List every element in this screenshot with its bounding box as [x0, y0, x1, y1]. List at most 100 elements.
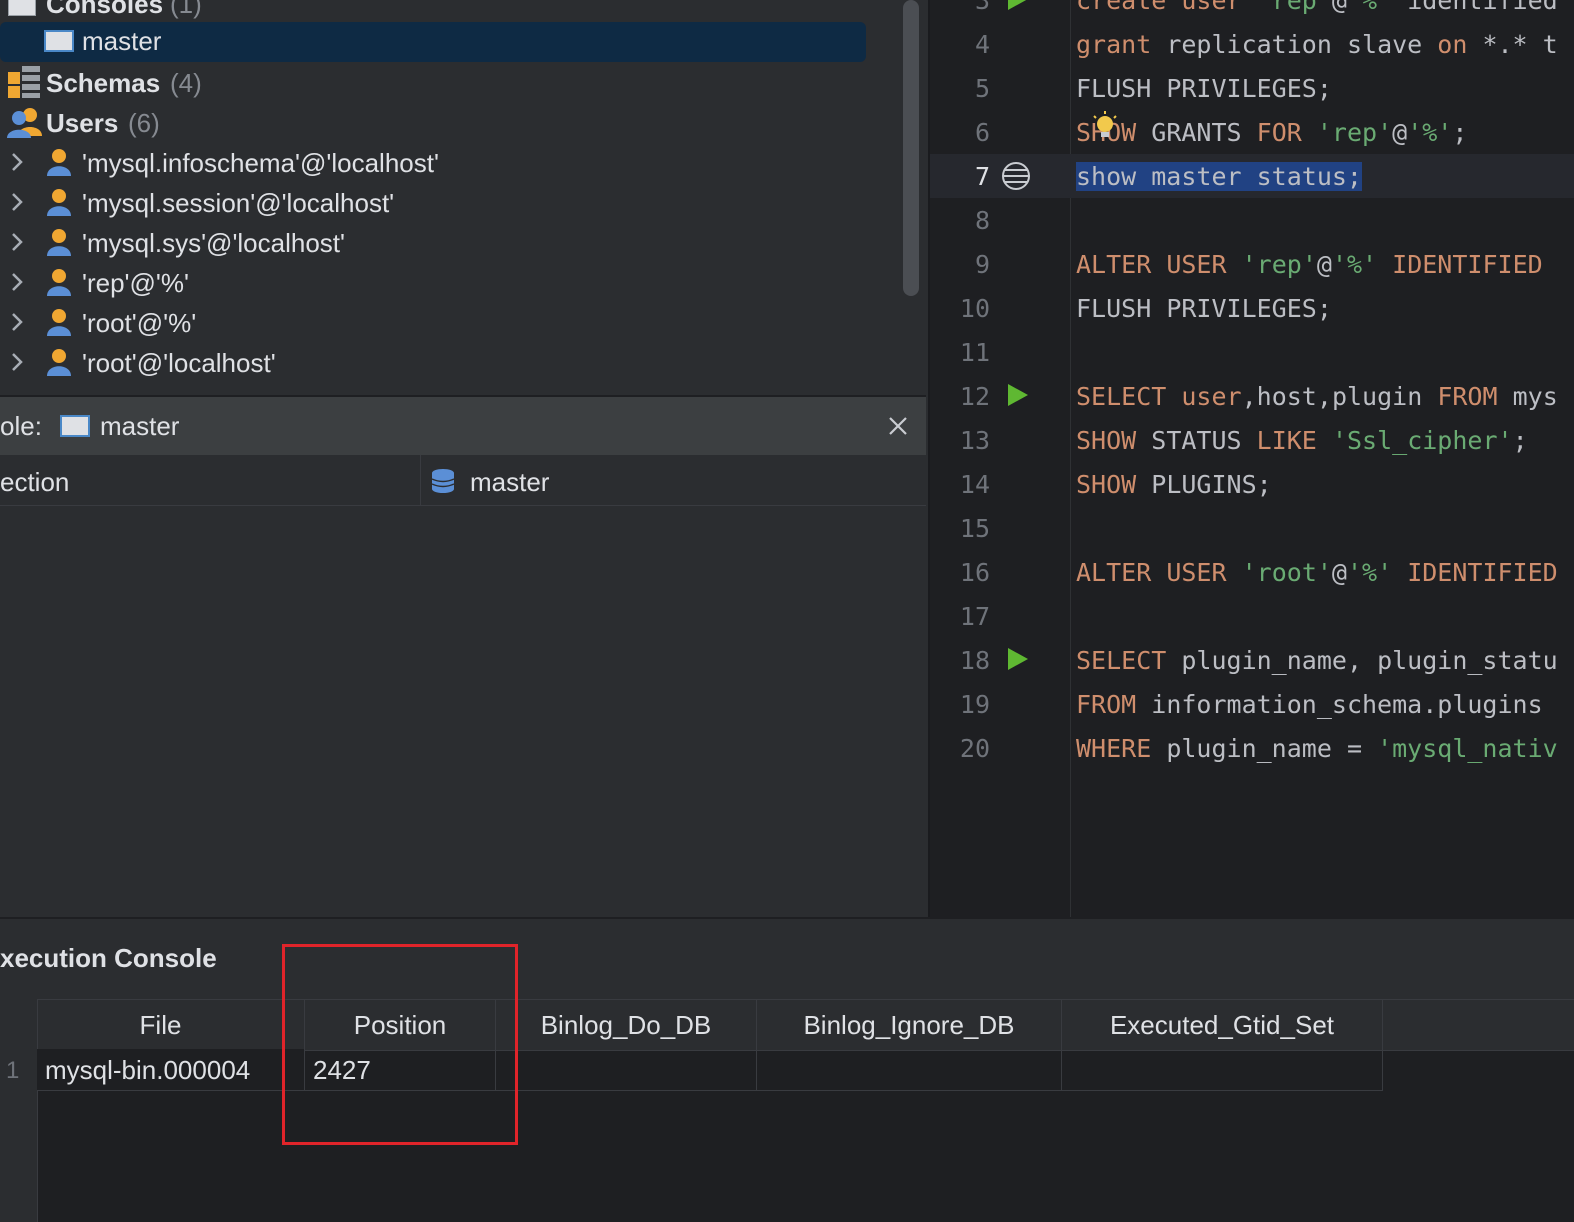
string-literal: '%': [1346, 0, 1393, 15]
chevron-right-icon[interactable]: [8, 149, 26, 175]
code-text: SELECT user,host,plugin FROM mys: [1076, 382, 1558, 411]
chevron-right-icon[interactable]: [8, 309, 26, 335]
code-token: ,: [1241, 382, 1257, 411]
tree-item-user[interactable]: 'rep'@'%': [0, 262, 870, 302]
chevron-right-icon[interactable]: [8, 229, 26, 255]
tree-item-user[interactable]: 'mysql.session'@'localhost': [0, 182, 870, 222]
sql-keyword: FOR: [1256, 118, 1302, 147]
tree-item-console-master[interactable]: master: [0, 22, 866, 62]
code-token: PLUGINS: [1151, 470, 1257, 499]
run-statement-icon[interactable]: [1008, 0, 1028, 10]
code-line[interactable]: 20 WHERE plugin_name = 'mysql_nativ: [930, 726, 1574, 770]
tree-item-user[interactable]: 'mysql.infoschema'@'localhost': [0, 142, 870, 182]
properties-row-connection[interactable]: ection master: [0, 455, 926, 506]
sql-keyword: FROM: [1437, 382, 1498, 411]
code-line[interactable]: 19 FROM information_schema.plugins: [930, 682, 1574, 726]
column-header-file[interactable]: File: [37, 1000, 285, 1050]
code-line-current[interactable]: 7 show master status;: [930, 154, 1574, 198]
code-line[interactable]: 6 SHOW GRANTS FOR 'rep'@'%';: [930, 110, 1574, 154]
chevron-right-icon[interactable]: [8, 189, 26, 215]
user-icon: [47, 269, 71, 296]
tree-node-consoles[interactable]: Consoles (1): [0, 0, 870, 24]
code-line[interactable]: 3 create user 'rep'@'%' identified: [930, 0, 1574, 22]
tree-item-user[interactable]: 'root'@'localhost': [0, 342, 870, 382]
code-line[interactable]: 18 SELECT plugin_name, plugin_statu: [930, 638, 1574, 682]
result-grid[interactable]: File Position Binlog_Do_DB Binlog_Ignore…: [0, 999, 1574, 1222]
sql-keyword: on: [1437, 30, 1468, 59]
code-line[interactable]: 10 FLUSH PRIVILEGES;: [930, 286, 1574, 330]
tree-node-schemas[interactable]: Schemas (4): [0, 62, 870, 102]
code-token: host: [1256, 382, 1317, 411]
cell-file[interactable]: mysql-bin.000004: [37, 1049, 305, 1091]
tree-item-user[interactable]: 'root'@'%': [0, 302, 870, 342]
code-line[interactable]: 14 SHOW PLUGINS;: [930, 462, 1574, 506]
code-token: *.*: [1467, 30, 1543, 59]
sql-keyword: IDENTIFIED: [1392, 250, 1543, 279]
code-line[interactable]: 5 FLUSH PRIVILEGES;: [930, 66, 1574, 110]
lightbulb-icon[interactable]: [1090, 110, 1120, 140]
code-token: identified: [1407, 0, 1558, 15]
code-token: FLUSH: [1076, 294, 1152, 323]
code-token: @: [1331, 0, 1347, 15]
cell-binlog-do-db[interactable]: [496, 1049, 757, 1091]
line-number: 8: [974, 206, 990, 235]
tree-item-user[interactable]: 'mysql.sys'@'localhost': [0, 222, 870, 262]
chevron-right-icon[interactable]: [8, 269, 26, 295]
cell-executed-gtid-set[interactable]: [1062, 1049, 1383, 1091]
string-literal: 'rep': [1316, 118, 1393, 147]
code-token: ;: [1256, 470, 1272, 499]
code-token: ;: [1452, 118, 1468, 147]
consoles-count: (1): [170, 0, 202, 19]
tree-scrollbar[interactable]: [903, 0, 919, 296]
code-line[interactable]: 8: [930, 198, 1574, 242]
schemas-label: Schemas: [46, 68, 161, 98]
string-literal: 'rep': [1256, 0, 1332, 15]
code-line[interactable]: 9 ALTER USER 'rep'@'%' IDENTIFIED: [930, 242, 1574, 286]
code-text: FLUSH PRIVILEGES;: [1076, 74, 1332, 103]
user-label: 'mysql.sys'@'localhost': [82, 228, 345, 258]
column-header-executed-gtid-set[interactable]: Executed_Gtid_Set: [1062, 1000, 1383, 1050]
string-literal: 'root': [1241, 558, 1332, 587]
properties-title-value: master: [100, 411, 180, 441]
execution-plan-icon[interactable]: [1000, 160, 1032, 192]
code-line[interactable]: 16 ALTER USER 'root'@'%' IDENTIFIED: [930, 550, 1574, 594]
column-header-binlog-ignore-db[interactable]: Binlog_Ignore_DB: [757, 1000, 1062, 1050]
users-count: (6): [128, 108, 160, 138]
column-header-binlog-do-db[interactable]: Binlog_Do_DB: [496, 1000, 757, 1050]
code-line[interactable]: 13 SHOW STATUS LIKE 'Ssl_cipher';: [930, 418, 1574, 462]
code-line[interactable]: 17: [930, 594, 1574, 638]
property-value[interactable]: master: [470, 467, 549, 498]
run-statement-icon[interactable]: [1008, 648, 1028, 670]
code-line[interactable]: 11: [930, 330, 1574, 374]
code-token: ,: [1316, 382, 1332, 411]
result-grid-header: File Position Binlog_Do_DB Binlog_Ignore…: [0, 999, 1574, 1051]
cell-binlog-ignore-db[interactable]: [757, 1049, 1062, 1091]
code-line[interactable]: 4 grant replication slave on *.* t: [930, 22, 1574, 66]
chevron-right-icon[interactable]: [8, 349, 26, 375]
close-icon[interactable]: [886, 414, 910, 438]
tree-node-users[interactable]: Users (6): [0, 102, 870, 142]
run-statement-icon[interactable]: [1008, 384, 1028, 406]
code-line[interactable]: 15: [930, 506, 1574, 550]
sql-editor[interactable]: 3 create user 'rep'@'%' identified 4 gra…: [928, 0, 1574, 917]
line-number: 11: [959, 338, 990, 367]
code-text: SELECT plugin_name, plugin_statu: [1076, 646, 1558, 675]
code-token: ;: [1316, 74, 1332, 103]
code-line[interactable]: 12 SELECT user,host,plugin FROM mys: [930, 374, 1574, 418]
consoles-label: Consoles: [46, 0, 164, 19]
code-token: GRANTS: [1151, 118, 1242, 147]
line-number: 9: [974, 250, 990, 279]
code-token: @: [1331, 558, 1347, 587]
line-number: 5: [974, 74, 990, 103]
code-token: information_schema: [1151, 690, 1423, 719]
